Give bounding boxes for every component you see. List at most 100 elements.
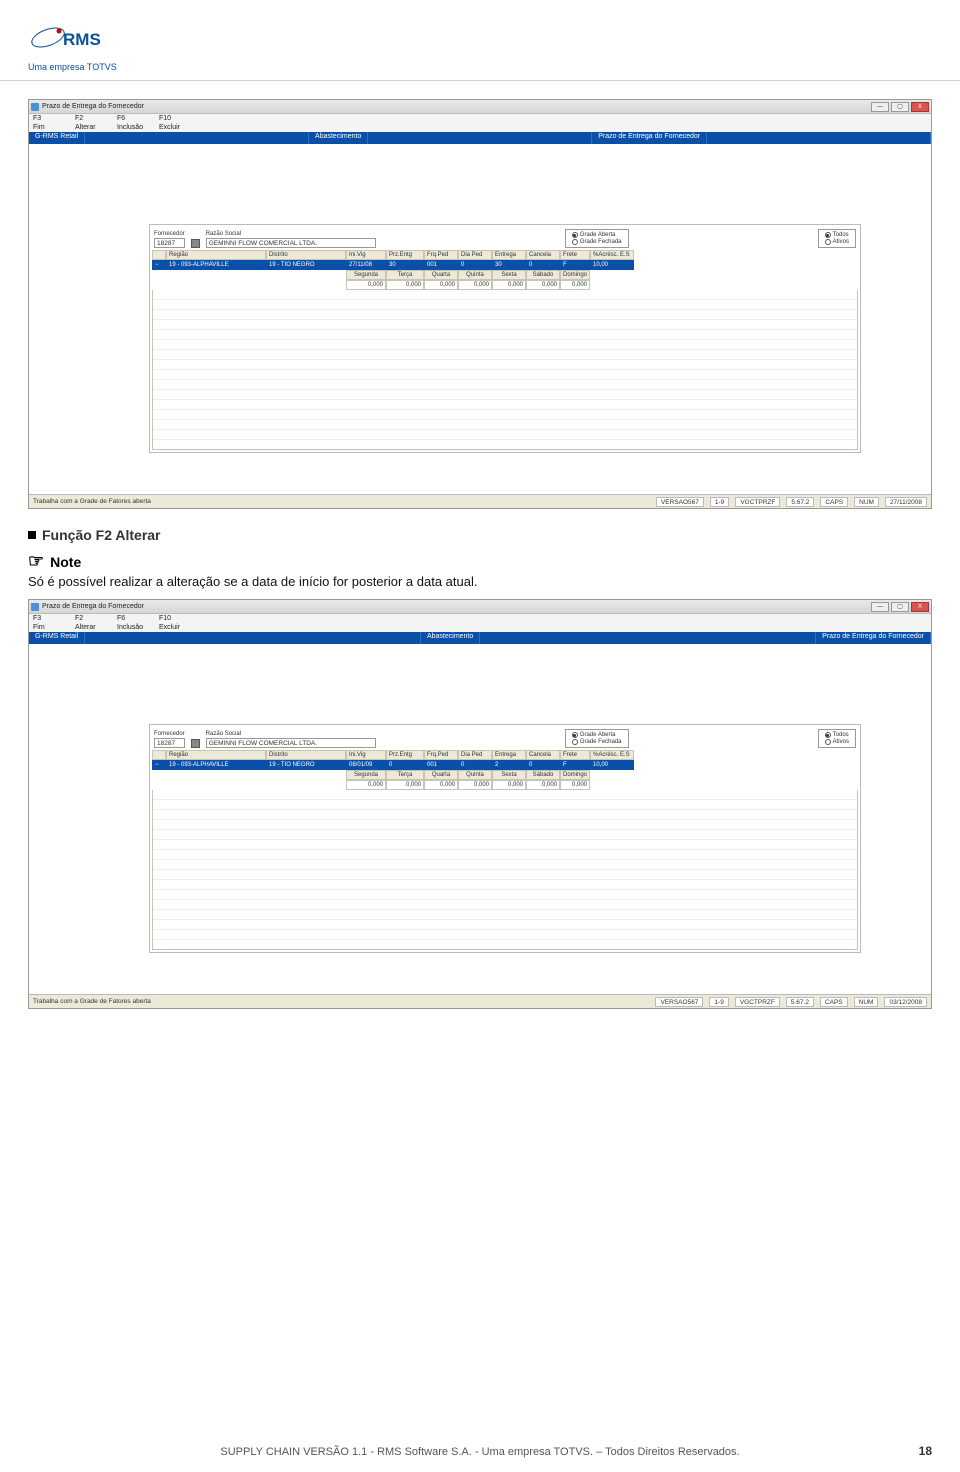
row-expand[interactable]: − [152, 260, 166, 270]
radio-ativos[interactable] [825, 739, 831, 745]
fn-f10: F10 [159, 115, 199, 122]
col-distrito: Distrito [266, 750, 346, 760]
radio-grade-aberta[interactable] [572, 232, 578, 238]
row-frqped: 001 [424, 760, 458, 770]
blank-grid-area-2 [152, 790, 858, 950]
col-acresc: %Acrésc. E.S [590, 750, 634, 760]
col-distrito: Distrito [266, 250, 346, 260]
col-frete: Frete [560, 250, 590, 260]
menu-inclusao[interactable]: Inclusão [117, 624, 157, 631]
status-ver2: 5.67.2 [786, 497, 814, 507]
maximize-button[interactable]: ▢ [891, 102, 909, 112]
status-versao: VERSAO567 [655, 997, 703, 1007]
menu-fim[interactable]: Fim [33, 124, 73, 131]
col-przentg: Prz.Entg [386, 250, 424, 260]
col-diaped: Dia Ped [458, 750, 492, 760]
titlebar: Prazo de Entrega do Fornecedor — ▢ X [29, 100, 931, 114]
val-domingo: 0,000 [560, 280, 590, 290]
radio-ativos[interactable] [825, 239, 831, 245]
row-frete: F [560, 260, 590, 270]
maximize-button[interactable]: ▢ [891, 602, 909, 612]
inner-form: Fornecedor 18287 Razão Social GEMINNI FL… [149, 224, 861, 453]
fn-f2: F2 [75, 115, 115, 122]
svg-text:RMS: RMS [63, 30, 101, 49]
page-footer: SUPPLY CHAIN VERSÃO 1.1 - RMS Software S… [0, 1446, 960, 1458]
col-przentg: Prz.Entg [386, 750, 424, 760]
radio-grade-aberta-label: Grade Aberta [580, 732, 616, 738]
radio-todos-label: Todos [833, 232, 849, 238]
status-num: NUM [854, 997, 879, 1007]
fn-f3: F3 [33, 615, 73, 622]
val-quinta: 0,000 [458, 780, 492, 790]
grid-row[interactable]: − 19 - 093-ALPHAVILLE 19 - TIO NEGRO 27/… [152, 260, 858, 270]
status-caps: CAPS [820, 997, 848, 1007]
window-icon [31, 103, 39, 111]
menu-excluir[interactable]: Excluir [159, 624, 199, 631]
statusbar-2: Trabalha com a Grade de Fatores aberta V… [29, 994, 931, 1008]
menu-alterar[interactable]: Alterar [75, 124, 115, 131]
grade-radio-group: Grade Aberta Grade Fechada [565, 729, 629, 748]
blank-grid-area [152, 290, 858, 450]
radio-todos[interactable] [825, 732, 831, 738]
razao-input[interactable]: GEMINNI FLOW COMERCIAL LTDA. [206, 738, 376, 748]
row-distrito: 19 - TIO NEGRO [266, 260, 346, 270]
day-domingo: Domingo [560, 270, 590, 280]
radio-grade-aberta-label: Grade Aberta [580, 232, 616, 238]
page-number: 18 [919, 1444, 932, 1458]
fornecedor-input[interactable]: 18287 [154, 238, 185, 248]
col-frete: Frete [560, 750, 590, 760]
radio-grade-fechada[interactable] [572, 239, 578, 245]
crumb-mid: Abastecimento [421, 632, 480, 644]
radio-grade-fechada-label: Grade Fechada [580, 239, 622, 245]
radio-grade-fechada[interactable] [572, 739, 578, 745]
day-quinta: Quinta [458, 270, 492, 280]
razao-input[interactable]: GEMINNI FLOW COMERCIAL LTDA. [206, 238, 376, 248]
fornecedor-label: Fornecedor [154, 231, 185, 237]
day-quarta: Quarta [424, 270, 458, 280]
menu-fim[interactable]: Fim [33, 624, 73, 631]
logo-subtitle: Uma empresa TOTVS [28, 62, 932, 72]
screenshot-2: Prazo de Entrega do Fornecedor — ▢ X F3 … [28, 599, 932, 1009]
fornecedor-input[interactable]: 18287 [154, 738, 185, 748]
row-regiao: 19 - 093-ALPHAVILLE [166, 260, 266, 270]
fn-f6: F6 [117, 115, 157, 122]
grade-radio-group: Grade Aberta Grade Fechada [565, 229, 629, 248]
day-sabado: Sábado [526, 770, 560, 780]
val-quinta: 0,000 [458, 280, 492, 290]
row-regiao: 19 - 093-ALPHAVILLE [166, 760, 266, 770]
window-title: Prazo de Entrega do Fornecedor [42, 103, 144, 110]
status-text: Trabalha com a Grade de Fatores aberta [33, 998, 151, 1005]
menu-row: Fim Alterar Inclusão Excluir [29, 123, 931, 132]
pointer-icon: ☞ [28, 551, 44, 572]
crumb-right: Prazo de Entrega do Fornecedor [816, 632, 931, 644]
radio-grade-aberta[interactable] [572, 732, 578, 738]
col-frqped: Frq.Ped [424, 750, 458, 760]
crumb-left: G-RMS Retail [29, 132, 85, 144]
day-sexta: Sexta [492, 270, 526, 280]
note-row: ☞ Note [28, 551, 932, 572]
menu-row-2: Fim Alterar Inclusão Excluir [29, 623, 931, 632]
day-quarta: Quarta [424, 770, 458, 780]
status-date: 03/12/2008 [884, 997, 927, 1007]
col-regiao: Região [166, 250, 266, 260]
fornecedor-label: Fornecedor [154, 731, 185, 737]
bullet-icon [28, 531, 36, 539]
radio-todos[interactable] [825, 232, 831, 238]
menu-inclusao[interactable]: Inclusão [117, 124, 157, 131]
minimize-button[interactable]: — [871, 602, 889, 612]
close-button[interactable]: X [911, 602, 929, 612]
menu-excluir[interactable]: Excluir [159, 124, 199, 131]
row-cancela: 0 [526, 260, 560, 270]
section-heading: Função F2 Alterar [28, 527, 932, 543]
radio-ativos-label: Ativos [833, 739, 849, 745]
row-entrega: 30 [492, 260, 526, 270]
menu-alterar[interactable]: Alterar [75, 624, 115, 631]
search-icon[interactable] [191, 739, 200, 748]
row-expand[interactable]: − [152, 760, 166, 770]
status-ver2: 5.67.2 [786, 997, 814, 1007]
close-button[interactable]: X [911, 102, 929, 112]
col-frqped: Frq.Ped [424, 250, 458, 260]
minimize-button[interactable]: — [871, 102, 889, 112]
grid-row-2[interactable]: − 19 - 093-ALPHAVILLE 19 - TIO NEGRO 08/… [152, 760, 858, 770]
search-icon[interactable] [191, 239, 200, 248]
